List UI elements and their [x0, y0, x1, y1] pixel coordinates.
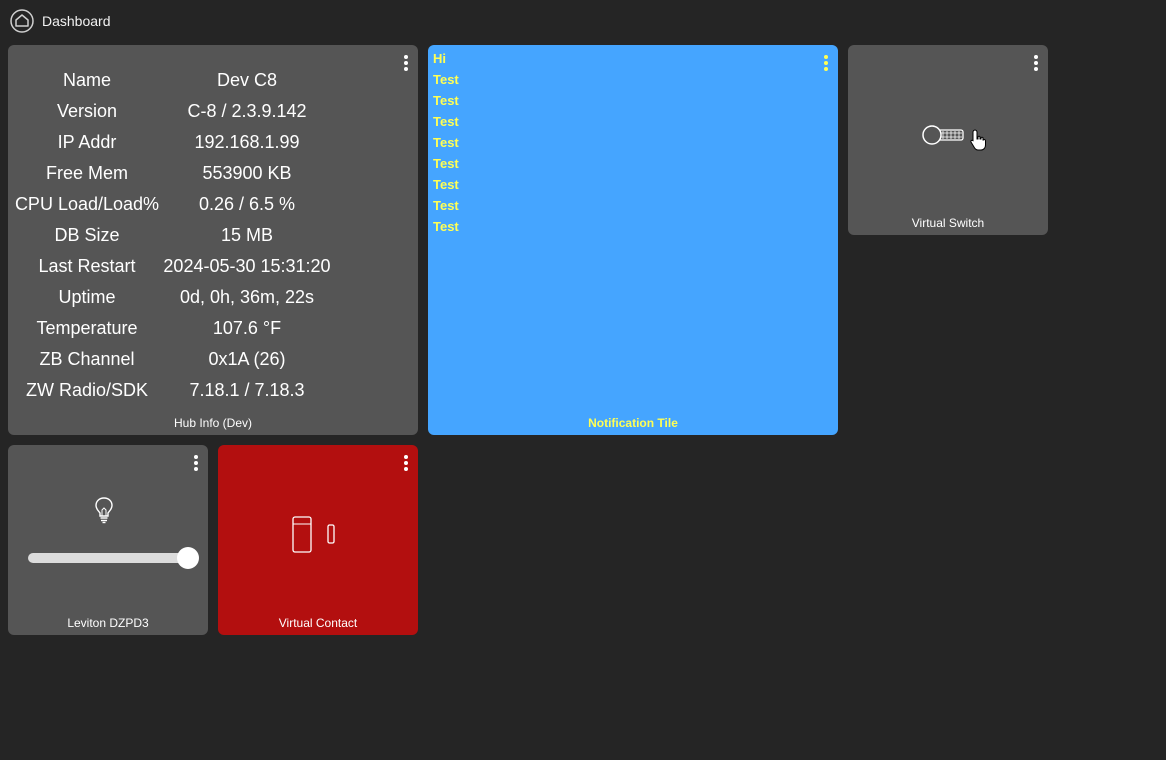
tile-title: Leviton DZPD3 — [67, 616, 149, 630]
more-vert-icon[interactable] — [823, 54, 829, 72]
notification-message: Hi — [433, 51, 446, 66]
hub-info-tile[interactable]: Name Dev C8 Version C-8 / 2.3.9.142 IP Addr 1… — [8, 45, 418, 435]
more-vert-icon[interactable] — [403, 454, 409, 472]
notification-message: Test — [433, 114, 459, 129]
level-slider-thumb[interactable] — [177, 547, 199, 569]
level-slider-track[interactable] — [28, 553, 188, 563]
more-vert-icon[interactable] — [403, 54, 409, 72]
more-vert-icon[interactable] — [1033, 54, 1039, 72]
hub-info-value: 15 MB — [220, 225, 274, 245]
hub-info-value: 192.168.1.99 — [194, 132, 300, 152]
virtual-contact-tile[interactable]: Virtual Contact — [218, 445, 418, 635]
hub-info-row: Uptime 0d, 0h, 36m, 22s — [14, 282, 334, 313]
page-title: Dashboard — [42, 13, 111, 29]
hub-info-key: Free Mem — [45, 163, 128, 183]
hub-info-value: C-8 / 2.3.9.142 — [187, 101, 307, 121]
leviton-dimmer-tile[interactable]: Leviton DZPD3 — [8, 445, 208, 635]
door-contact-open-icon[interactable] — [292, 516, 340, 554]
hub-info-row: Version C-8 / 2.3.9.142 — [14, 96, 334, 127]
hub-info-value: 0.26 / 6.5 % — [198, 194, 296, 214]
hub-info-key: DB Size — [54, 225, 120, 245]
hub-info-value: 553900 KB — [202, 163, 292, 183]
notification-message: Test — [433, 156, 459, 171]
hub-info-key: Last Restart — [38, 256, 136, 276]
hub-info-value: 0x1A (26) — [208, 349, 286, 369]
hub-info-key: CPU Load/Load% — [14, 194, 160, 214]
dashboard-header: Dashboard — [10, 9, 111, 33]
virtual-switch-tile[interactable]: Virtual Switch — [848, 45, 1048, 235]
hub-info-value: Dev C8 — [216, 70, 278, 90]
hub-info-key: Temperature — [36, 318, 138, 338]
notification-message: Test — [433, 177, 459, 192]
hub-info-key: Version — [56, 101, 118, 121]
hub-info-row: ZW Radio/SDK 7.18.1 / 7.18.3 — [14, 375, 334, 406]
tile-title: Notification Tile — [588, 416, 678, 430]
light-bulb-icon[interactable] — [94, 496, 114, 524]
hub-info-key: Uptime — [58, 287, 116, 307]
notification-tile[interactable]: Hi Test Test Test Test Test Test Test Test Notif… — [428, 45, 838, 435]
toggle-switch-off-icon[interactable] — [921, 123, 967, 147]
notification-message: Test — [433, 198, 459, 213]
hub-info-row: Temperature 107.6 °F — [14, 313, 334, 344]
hub-info-key: ZW Radio/SDK — [25, 380, 149, 400]
hub-info-value: 7.18.1 / 7.18.3 — [189, 380, 305, 400]
hub-info-value: 107.6 °F — [212, 318, 282, 338]
notification-message: Test — [433, 72, 459, 87]
hub-info-key: ZB Channel — [39, 349, 135, 369]
notification-list: Hi Test Test Test Test Test Test Test Test — [433, 51, 459, 240]
hub-info-row: DB Size 15 MB — [14, 220, 334, 251]
hub-info-row: CPU Load/Load% 0.26 / 6.5 % — [14, 189, 334, 220]
hubitat-home-icon[interactable] — [10, 9, 34, 33]
hub-info-table: Name Dev C8 Version C-8 / 2.3.9.142 IP Addr 1… — [14, 65, 334, 406]
notification-message: Test — [433, 135, 459, 150]
tile-title: Virtual Contact — [278, 616, 358, 630]
tile-title: Hub Info (Dev) — [173, 416, 253, 430]
hub-info-row: IP Addr 192.168.1.99 — [14, 127, 334, 158]
tile-title: Virtual Switch — [911, 216, 985, 230]
hub-info-value: 0d, 0h, 36m, 22s — [179, 287, 315, 307]
hub-info-row: ZB Channel 0x1A (26) — [14, 344, 334, 375]
hub-info-key: IP Addr — [57, 132, 117, 152]
notification-message: Test — [433, 93, 459, 108]
hand-cursor-icon — [970, 129, 986, 151]
hub-info-row: Name Dev C8 — [14, 65, 334, 96]
more-vert-icon[interactable] — [193, 454, 199, 472]
hub-info-value: 2024-05-30 15:31:20 — [163, 256, 331, 276]
hub-info-row: Last Restart 2024-05-30 15:31:20 — [14, 251, 334, 282]
hub-info-key: Name — [62, 70, 111, 90]
notification-message: Test — [433, 219, 459, 234]
hub-info-row: Free Mem 553900 KB — [14, 158, 334, 189]
